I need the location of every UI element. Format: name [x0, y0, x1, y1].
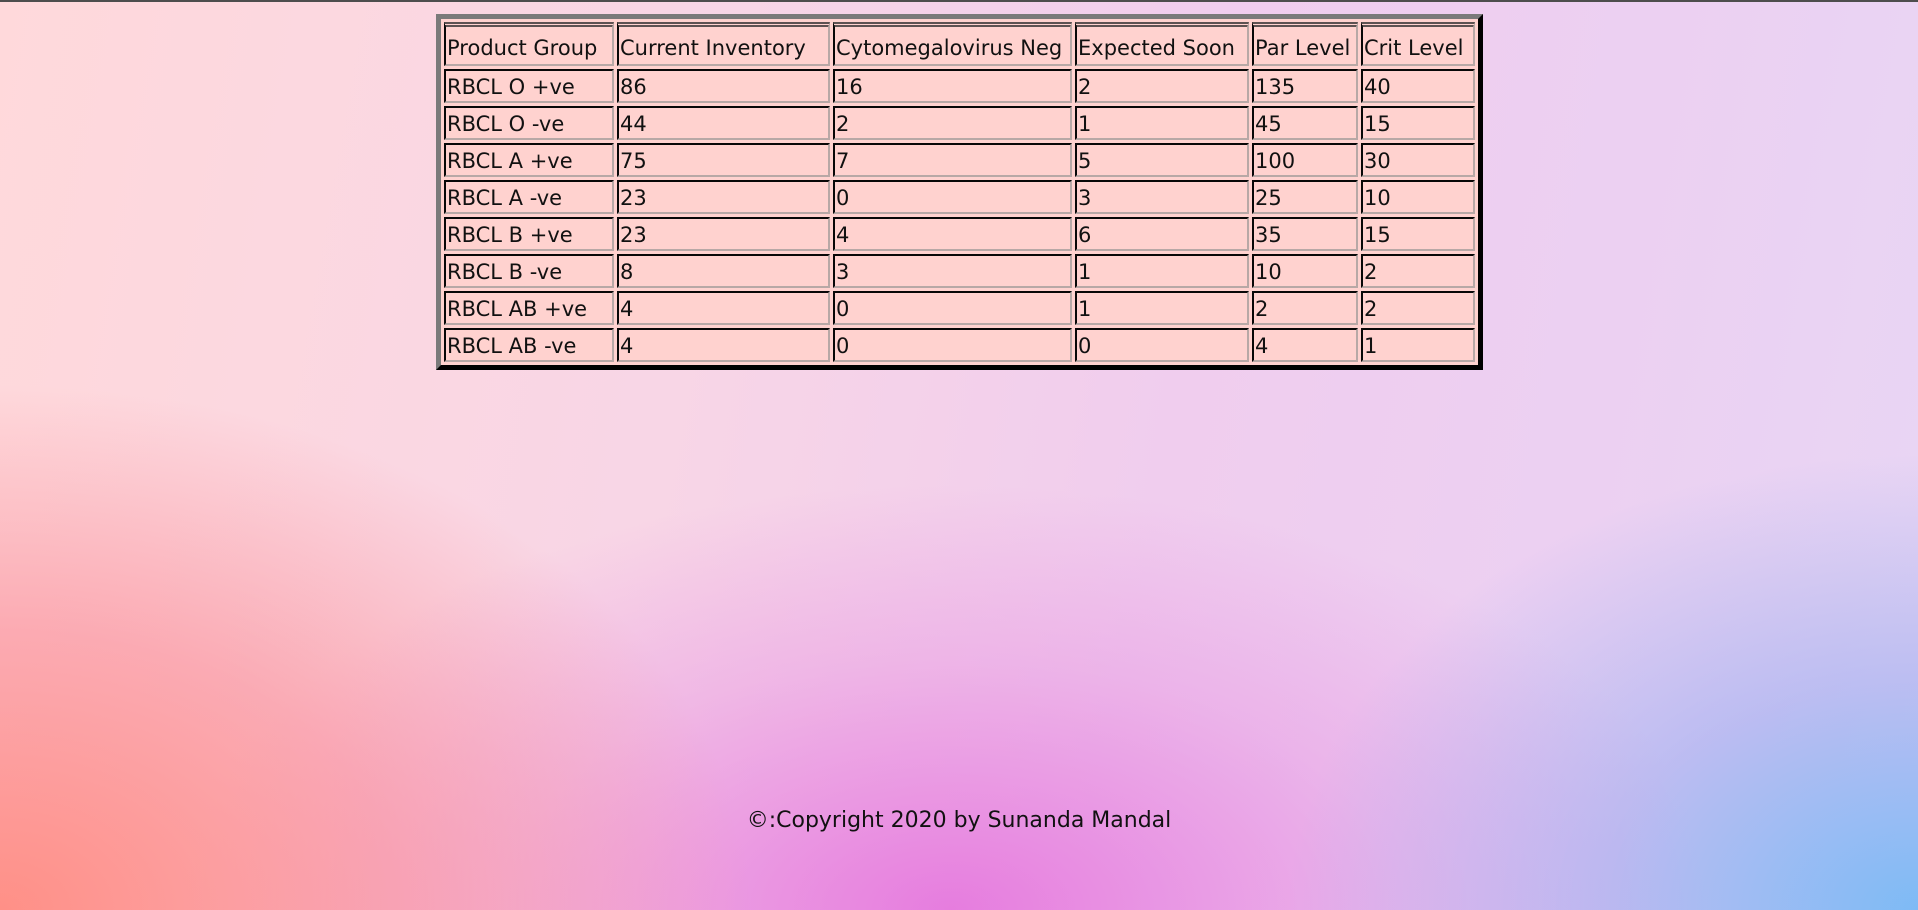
header-current-inventory: Current Inventory	[617, 22, 830, 66]
cell-current-inventory: 23	[617, 217, 830, 251]
header-product-group: Product Group	[444, 22, 614, 66]
table-row: RBCL O +ve 86 16 2 135 40	[444, 69, 1475, 103]
cell-cytomegalovirus-neg: 16	[833, 69, 1072, 103]
cell-par-level: 35	[1252, 217, 1358, 251]
table-row: RBCL AB +ve 4 0 1 2 2	[444, 291, 1475, 325]
cell-crit-level: 2	[1361, 254, 1475, 288]
cell-cytomegalovirus-neg: 0	[833, 328, 1072, 362]
cell-product-group: RBCL AB +ve	[444, 291, 614, 325]
cell-current-inventory: 75	[617, 143, 830, 177]
cell-crit-level: 30	[1361, 143, 1475, 177]
cell-par-level: 4	[1252, 328, 1358, 362]
table-row: RBCL B -ve 8 3 1 10 2	[444, 254, 1475, 288]
cell-current-inventory: 4	[617, 328, 830, 362]
cell-product-group: RBCL O +ve	[444, 69, 614, 103]
copyright-footer: ©:Copyright 2020 by Sunanda Mandal	[746, 808, 1172, 833]
cell-current-inventory: 8	[617, 254, 830, 288]
cell-expected-soon: 6	[1075, 217, 1249, 251]
cell-current-inventory: 23	[617, 180, 830, 214]
cell-par-level: 2	[1252, 291, 1358, 325]
cell-cytomegalovirus-neg: 3	[833, 254, 1072, 288]
cell-product-group: RBCL A +ve	[444, 143, 614, 177]
cell-expected-soon: 1	[1075, 106, 1249, 140]
header-par-level: Par Level	[1252, 22, 1358, 66]
cell-par-level: 100	[1252, 143, 1358, 177]
top-rule	[0, 0, 1918, 2]
cell-current-inventory: 44	[617, 106, 830, 140]
cell-product-group: RBCL B +ve	[444, 217, 614, 251]
header-crit-level: Crit Level	[1361, 22, 1475, 66]
cell-current-inventory: 86	[617, 69, 830, 103]
cell-crit-level: 1	[1361, 328, 1475, 362]
cell-cytomegalovirus-neg: 0	[833, 180, 1072, 214]
cell-expected-soon: 1	[1075, 254, 1249, 288]
cell-product-group: RBCL A -ve	[444, 180, 614, 214]
inventory-table-container: Product Group Current Inventory Cytomega…	[436, 14, 1483, 370]
cell-current-inventory: 4	[617, 291, 830, 325]
header-cytomegalovirus-neg: Cytomegalovirus Neg	[833, 22, 1072, 66]
cell-product-group: RBCL O -ve	[444, 106, 614, 140]
table-row: RBCL A -ve 23 0 3 25 10	[444, 180, 1475, 214]
cell-expected-soon: 0	[1075, 328, 1249, 362]
table-row: RBCL A +ve 75 7 5 100 30	[444, 143, 1475, 177]
cell-cytomegalovirus-neg: 7	[833, 143, 1072, 177]
cell-cytomegalovirus-neg: 4	[833, 217, 1072, 251]
cell-crit-level: 15	[1361, 217, 1475, 251]
cell-par-level: 25	[1252, 180, 1358, 214]
cell-expected-soon: 5	[1075, 143, 1249, 177]
header-row: Product Group Current Inventory Cytomega…	[444, 22, 1475, 66]
table-header: Product Group Current Inventory Cytomega…	[444, 22, 1475, 66]
inventory-table: Product Group Current Inventory Cytomega…	[436, 14, 1483, 370]
cell-expected-soon: 1	[1075, 291, 1249, 325]
cell-crit-level: 2	[1361, 291, 1475, 325]
table-row: RBCL B +ve 23 4 6 35 15	[444, 217, 1475, 251]
table-body: RBCL O +ve 86 16 2 135 40 RBCL O -ve 44 …	[444, 69, 1475, 362]
cell-crit-level: 15	[1361, 106, 1475, 140]
cell-expected-soon: 2	[1075, 69, 1249, 103]
cell-par-level: 135	[1252, 69, 1358, 103]
cell-product-group: RBCL AB -ve	[444, 328, 614, 362]
header-expected-soon: Expected Soon	[1075, 22, 1249, 66]
table-row: RBCL AB -ve 4 0 0 4 1	[444, 328, 1475, 362]
cell-crit-level: 10	[1361, 180, 1475, 214]
cell-expected-soon: 3	[1075, 180, 1249, 214]
cell-par-level: 45	[1252, 106, 1358, 140]
cell-par-level: 10	[1252, 254, 1358, 288]
cell-product-group: RBCL B -ve	[444, 254, 614, 288]
cell-cytomegalovirus-neg: 2	[833, 106, 1072, 140]
table-row: RBCL O -ve 44 2 1 45 15	[444, 106, 1475, 140]
cell-cytomegalovirus-neg: 0	[833, 291, 1072, 325]
cell-crit-level: 40	[1361, 69, 1475, 103]
